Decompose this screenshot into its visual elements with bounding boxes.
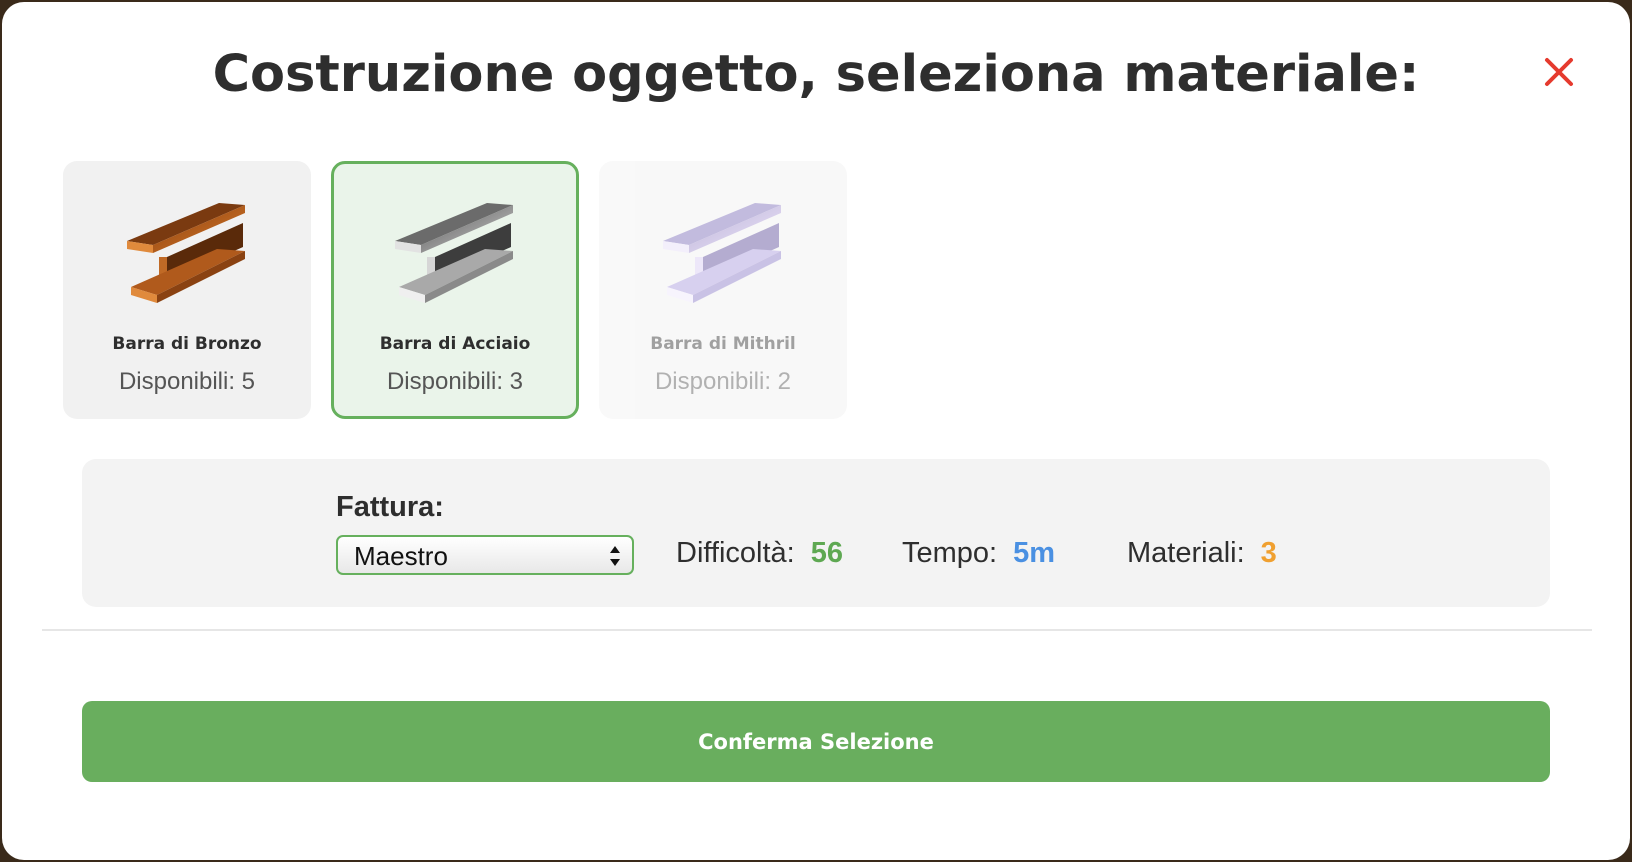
materials-label: Materiali: — [1127, 537, 1245, 569]
quality-select[interactable]: Maestro — [336, 535, 634, 575]
time-stat: Tempo: 5m — [902, 537, 1055, 570]
crafting-modal: Costruzione oggetto, seleziona materiale… — [2, 2, 1630, 860]
time-label: Tempo: — [902, 537, 998, 569]
close-icon — [1545, 58, 1573, 86]
difficulty-value: 56 — [810, 537, 843, 569]
difficulty-label: Difficoltà: — [676, 537, 795, 569]
material-available: Disponibili: 5 — [118, 368, 256, 395]
steel-bar-icon — [395, 203, 513, 303]
mithril-bar-icon — [663, 203, 781, 303]
material-available: Disponibili: 3 — [386, 368, 524, 395]
divider — [42, 629, 1592, 631]
material-card-steel[interactable]: Barra di Acciaio Disponibili: 3 — [331, 161, 579, 419]
confirm-selection-button[interactable]: Conferma Selezione — [82, 701, 1550, 782]
material-name: Barra di Bronzo — [112, 334, 262, 354]
close-button[interactable] — [1539, 52, 1579, 92]
difficulty-stat: Difficoltà: 56 — [676, 537, 843, 570]
material-card-bronze[interactable]: Barra di Bronzo Disponibili: 5 — [63, 161, 311, 419]
select-arrows-icon — [610, 546, 620, 566]
crafting-options-panel: Fattura: Maestro Difficoltà: 56 Tempo: 5m … — [82, 459, 1550, 607]
material-card-mithril[interactable]: Barra di Mithril Disponibili: 2 — [599, 161, 847, 419]
quality-select-value: Maestro — [354, 541, 448, 571]
material-name: Barra di Mithril — [650, 334, 796, 354]
bronze-bar-icon — [127, 203, 245, 303]
modal-title: Costruzione oggetto, seleziona materiale… — [212, 45, 1420, 104]
time-value: 5m — [1013, 537, 1056, 569]
materials-stat: Materiali: 3 — [1127, 537, 1277, 570]
quality-label: Fattura: — [336, 491, 444, 523]
materials-value: 3 — [1260, 537, 1277, 569]
material-available: Disponibili: 2 — [654, 368, 792, 395]
material-name: Barra di Acciaio — [379, 334, 531, 354]
